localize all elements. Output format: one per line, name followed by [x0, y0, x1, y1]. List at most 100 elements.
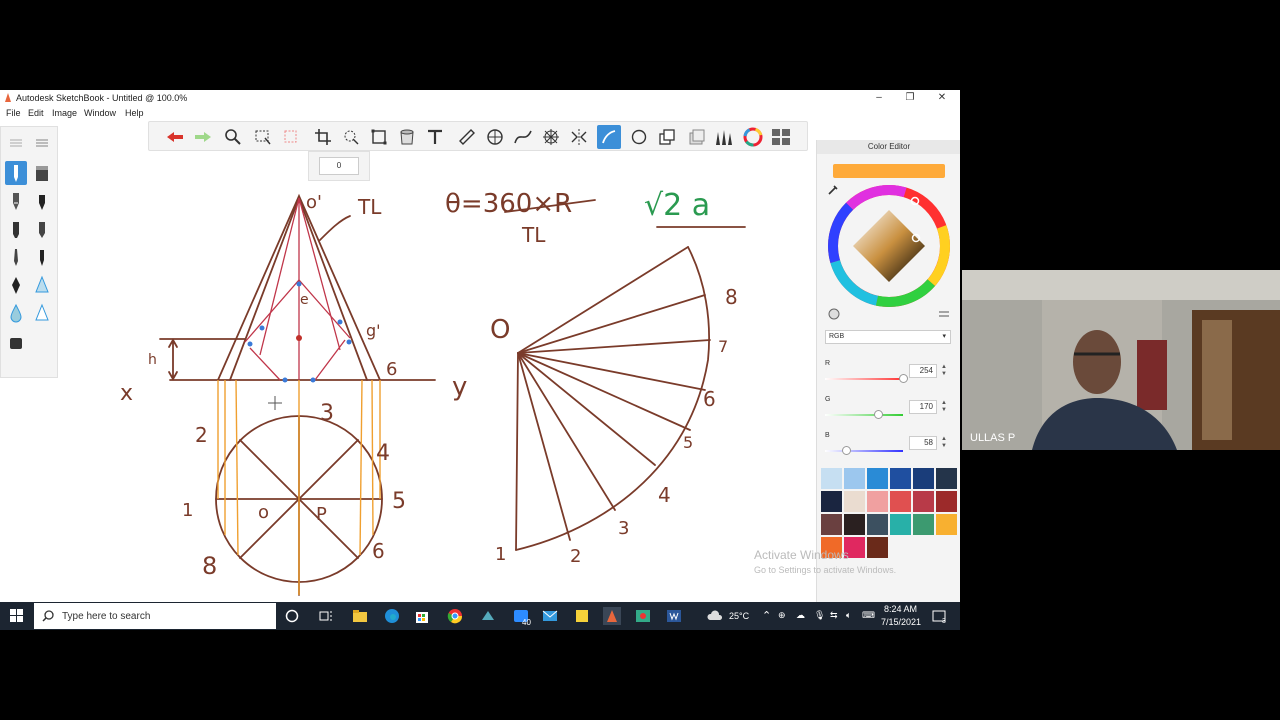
- airbrush-icon[interactable]: [31, 273, 53, 297]
- menu-help[interactable]: Help: [125, 108, 144, 118]
- clock-date[interactable]: 7/15/2021: [881, 617, 921, 627]
- network-icon[interactable]: ⇆: [830, 610, 838, 621]
- maximize-button[interactable]: ❐: [895, 91, 925, 105]
- distort-icon[interactable]: [367, 125, 391, 149]
- smear-brush-icon[interactable]: [31, 301, 53, 325]
- transform-icon[interactable]: [279, 125, 303, 149]
- color-swatch[interactable]: [913, 514, 934, 535]
- pen-brush-icon[interactable]: [5, 245, 27, 269]
- menu-window[interactable]: Window: [84, 108, 116, 118]
- texture-brush-icon[interactable]: [5, 331, 27, 355]
- color-swatch[interactable]: [936, 468, 957, 489]
- onedrive-icon[interactable]: ☁: [796, 610, 805, 621]
- menu-file[interactable]: File: [6, 108, 21, 118]
- app-green-icon[interactable]: [634, 607, 652, 625]
- channel-r-value[interactable]: 254: [909, 364, 937, 378]
- ruler-icon[interactable]: [455, 125, 479, 149]
- menu-edit[interactable]: Edit: [28, 108, 44, 118]
- channel-g-value[interactable]: 170: [909, 400, 937, 414]
- drawing-canvas[interactable]: θ=360×R TL √2 a TL O o' x y e g' h 1 2 3…: [60, 152, 810, 602]
- color-mode-select[interactable]: RGB ▾: [825, 330, 951, 344]
- color-swatch[interactable]: [821, 491, 842, 512]
- nib-brush-icon[interactable]: [5, 273, 27, 297]
- color-swatch[interactable]: [890, 514, 911, 535]
- weather-temp[interactable]: 25°C: [729, 611, 749, 621]
- channel-r-spinner[interactable]: ▲ ▼: [939, 364, 949, 378]
- layers-icon[interactable]: [655, 125, 679, 149]
- minimize-button[interactable]: –: [864, 91, 894, 105]
- color-swatch[interactable]: [890, 468, 911, 489]
- channel-g-slider[interactable]: [825, 414, 903, 416]
- close-button[interactable]: ✕: [927, 91, 957, 105]
- text-icon[interactable]: [423, 125, 447, 149]
- select-icon[interactable]: [251, 125, 275, 149]
- perspective-icon[interactable]: [539, 125, 563, 149]
- app-shortcut-icon[interactable]: [479, 607, 497, 625]
- color-swatch[interactable]: [867, 514, 888, 535]
- sticky-notes-icon[interactable]: [573, 607, 591, 625]
- color-swatch[interactable]: [913, 468, 934, 489]
- crop-icon[interactable]: [311, 125, 335, 149]
- shape-icon[interactable]: [627, 125, 651, 149]
- color-swatch[interactable]: [821, 468, 842, 489]
- taskbar-search-box[interactable]: Type here to search: [34, 603, 276, 629]
- felt-brush-icon[interactable]: [5, 217, 27, 241]
- channel-r-slider[interactable]: [825, 378, 903, 380]
- channel-b-slider[interactable]: [825, 450, 903, 452]
- store-icon[interactable]: [413, 607, 431, 625]
- color-swatch[interactable]: [867, 491, 888, 512]
- color-swatch[interactable]: [913, 491, 934, 512]
- lagoon-icon[interactable]: [769, 125, 793, 149]
- sketchbook-taskbar-icon[interactable]: [603, 607, 621, 625]
- water-brush-icon[interactable]: [5, 301, 27, 325]
- curve-icon[interactable]: [511, 125, 535, 149]
- file-explorer-icon[interactable]: [351, 607, 369, 625]
- chrome-icon[interactable]: [446, 607, 464, 625]
- color-history-icon[interactable]: [827, 308, 841, 320]
- start-button[interactable]: [0, 602, 34, 630]
- volume-icon[interactable]: 🔈︎: [846, 610, 851, 621]
- chisel-brush-icon[interactable]: [31, 217, 53, 241]
- ink-brush-icon[interactable]: [31, 189, 53, 213]
- channel-b-value[interactable]: 58: [909, 436, 937, 450]
- mail-icon[interactable]: [541, 607, 559, 625]
- color-swatch[interactable]: [844, 468, 865, 489]
- ime-icon[interactable]: ⌨: [862, 610, 875, 621]
- color-swatch[interactable]: [867, 468, 888, 489]
- color-swatch[interactable]: [867, 537, 888, 558]
- redo-icon[interactable]: [191, 125, 215, 149]
- microphone-icon[interactable]: 🎙︎: [814, 610, 825, 621]
- channel-r-knob[interactable]: [898, 374, 908, 383]
- task-view-icon[interactable]: [317, 607, 335, 625]
- color-swatch[interactable]: [936, 514, 957, 535]
- tray-chevron-icon[interactable]: ⌃: [762, 609, 771, 622]
- color-swatch[interactable]: [844, 491, 865, 512]
- fine-pen-icon[interactable]: [31, 245, 53, 269]
- zoom-icon[interactable]: [221, 125, 245, 149]
- ellipse-guide-icon[interactable]: [483, 125, 507, 149]
- color-settings-icon[interactable]: [937, 308, 951, 320]
- stroke-icon[interactable]: [597, 125, 621, 149]
- menu-image[interactable]: Image: [52, 108, 77, 118]
- symmetry-icon[interactable]: [567, 125, 591, 149]
- lasso-icon[interactable]: [339, 125, 363, 149]
- bucket-icon[interactable]: [395, 125, 419, 149]
- brush-opacity-icon[interactable]: [31, 131, 53, 155]
- cortana-icon[interactable]: [283, 607, 301, 625]
- copic-icon[interactable]: [711, 125, 735, 149]
- channel-b-spinner[interactable]: ▲ ▼: [939, 436, 949, 450]
- marker-brush-icon[interactable]: [5, 189, 27, 213]
- word-icon[interactable]: [665, 607, 683, 625]
- color-swatch[interactable]: [936, 491, 957, 512]
- channel-g-spinner[interactable]: ▲ ▼: [939, 400, 949, 414]
- pencil-brush-icon[interactable]: [5, 161, 27, 185]
- color-swatch[interactable]: [844, 514, 865, 535]
- color-swatch[interactable]: [890, 491, 911, 512]
- edge-icon[interactable]: [383, 607, 401, 625]
- tray-app-icon[interactable]: ⊕: [778, 610, 786, 621]
- brush-size-icon[interactable]: [5, 131, 27, 155]
- channel-b-knob[interactable]: [841, 446, 851, 455]
- undo-icon[interactable]: [163, 125, 187, 149]
- eraser-brush-icon[interactable]: [31, 161, 53, 185]
- clock-time[interactable]: 8:24 AM: [884, 604, 917, 614]
